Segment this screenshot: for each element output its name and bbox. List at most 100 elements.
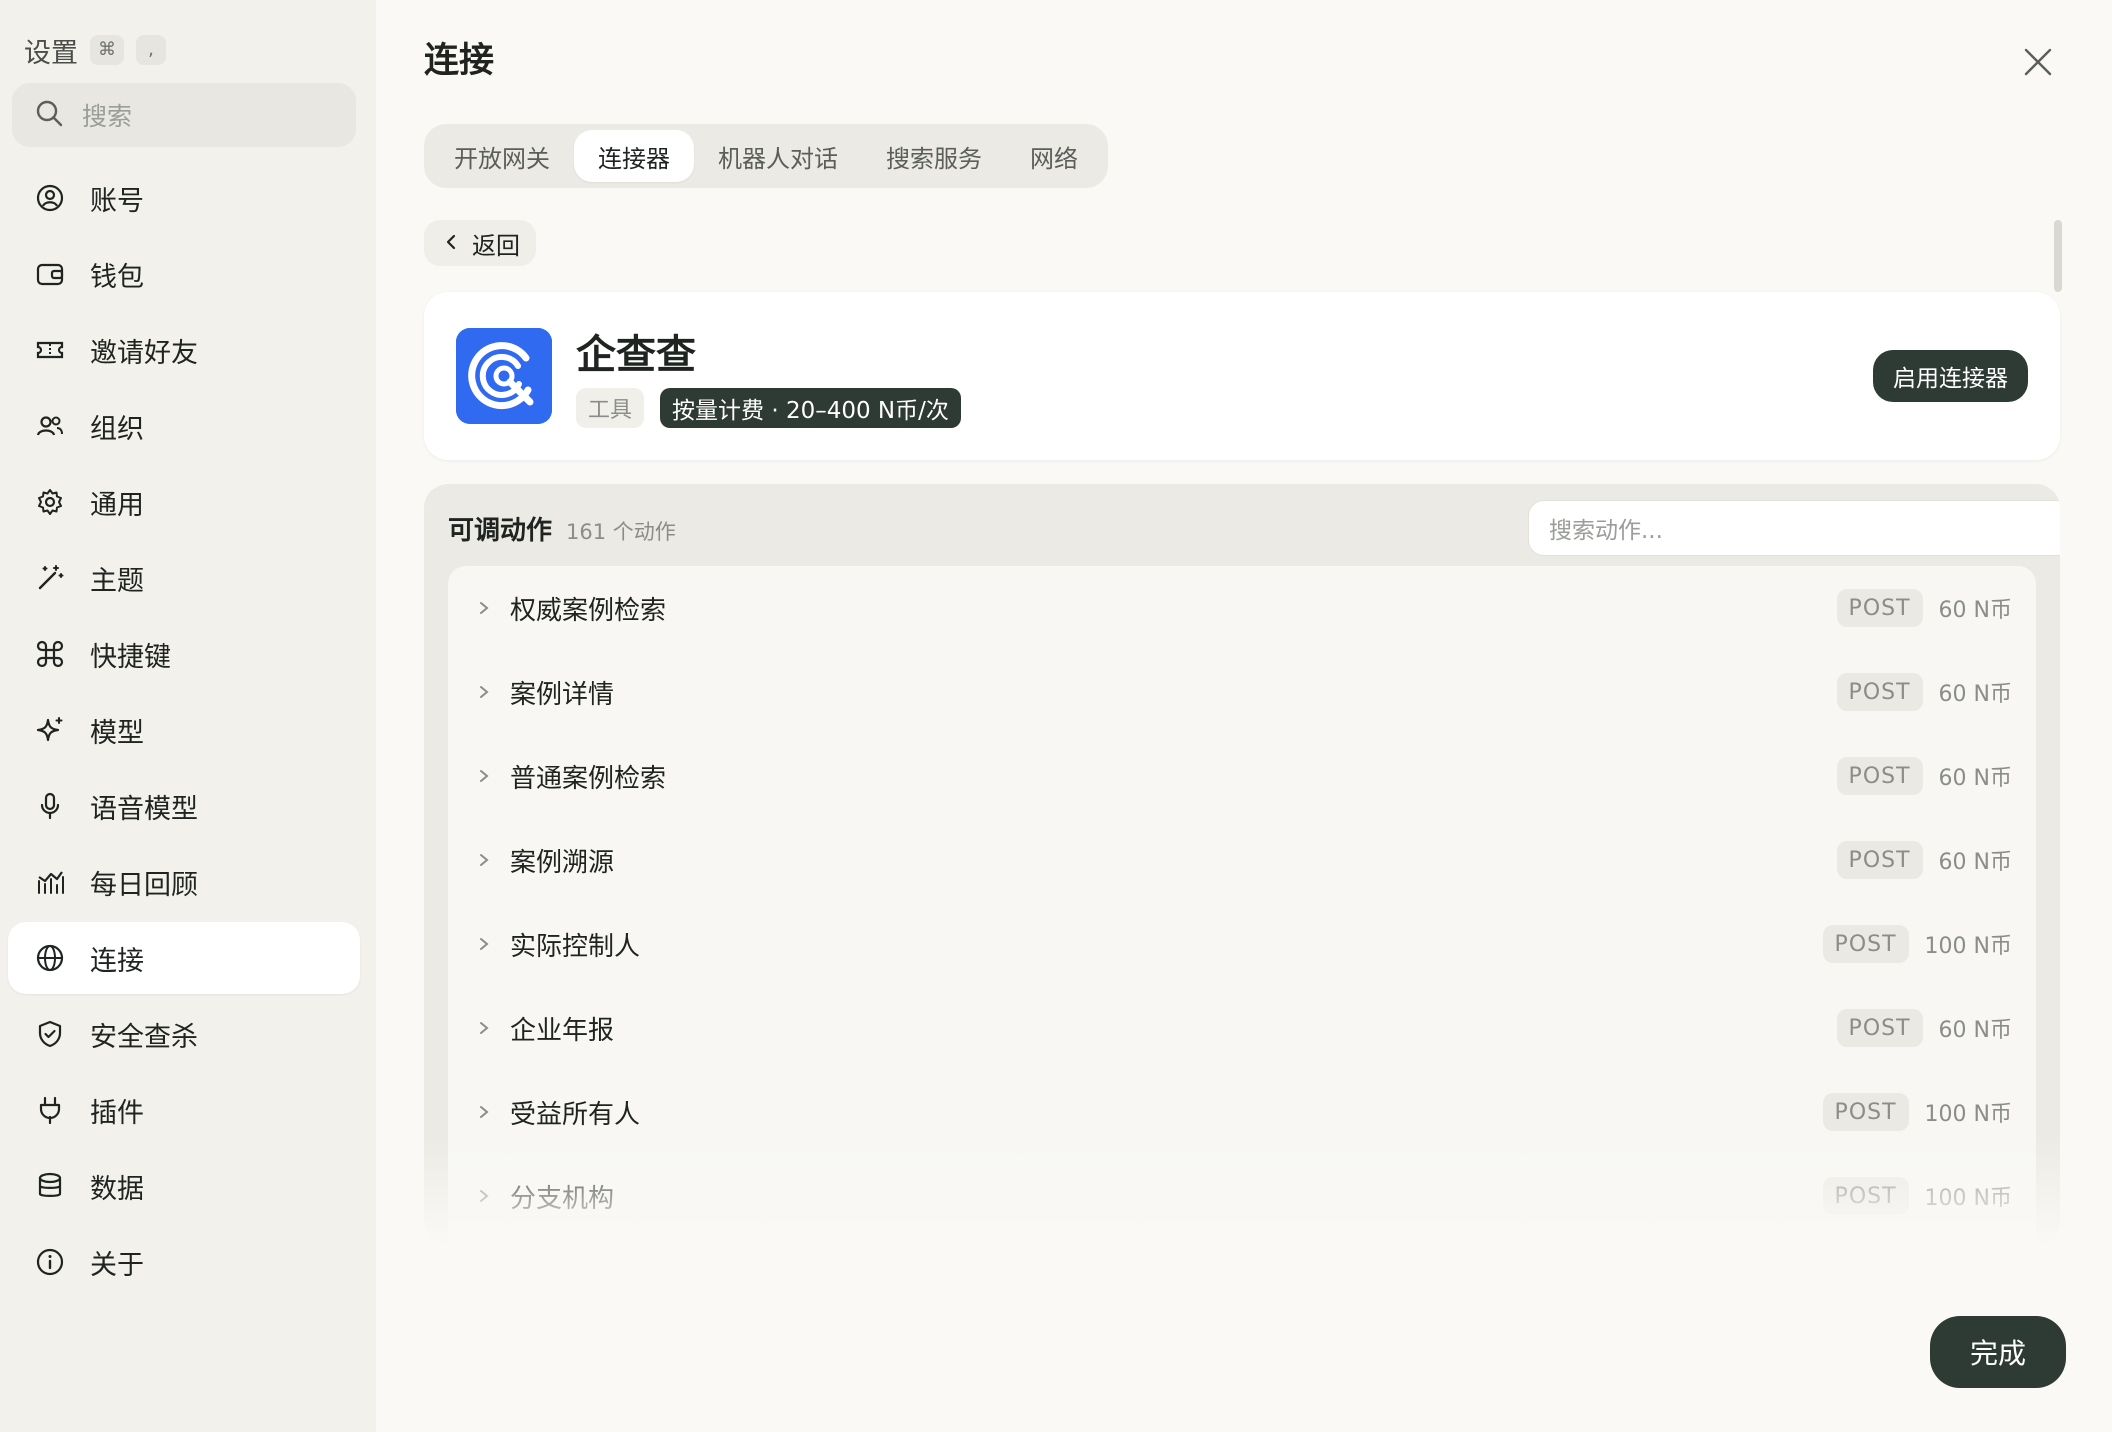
action-name: 案例详情 — [510, 679, 615, 710]
sidebar-item-label: 语音模型 — [90, 793, 198, 825]
tab-network[interactable]: 网络 — [1006, 130, 1102, 182]
page-title: 连接 — [424, 41, 495, 81]
back-button[interactable]: 返回 — [424, 220, 536, 266]
action-price: 60 N币 — [1938, 766, 2012, 791]
action-name: 普通案例检索 — [510, 763, 667, 794]
method-badge: POST — [1822, 925, 1909, 963]
user-circle-icon — [34, 182, 66, 214]
method-badge: POST — [1836, 757, 1923, 795]
method-badge: POST — [1836, 841, 1923, 879]
actions-header: 可调动作 161 个动作 — [448, 510, 676, 547]
sidebar-item-general[interactable]: 通用 — [8, 466, 360, 538]
sidebar-item-account[interactable]: 账号 — [8, 162, 360, 234]
tab-search-service[interactable]: 搜索服务 — [862, 130, 1006, 182]
shortcut-key-command: ⌘ — [90, 35, 124, 65]
plug-icon — [34, 1094, 66, 1126]
sidebar-item-daily-review[interactable]: 每日回顾 — [8, 846, 360, 918]
list-item[interactable]: 普通案例检索 POST 60 N币 — [448, 734, 2036, 818]
tab-connectors[interactable]: 连接器 — [574, 130, 694, 182]
sidebar-item-label: 组织 — [90, 413, 144, 445]
action-name: 分支机构 — [510, 1183, 615, 1214]
sidebar-item-label: 数据 — [90, 1173, 144, 1205]
method-badge: POST — [1836, 1009, 1923, 1047]
actions-search-input[interactable]: 搜索动作... — [1528, 500, 2060, 556]
sidebar-title: 设置 — [24, 37, 78, 69]
sidebar-item-models[interactable]: 模型 — [8, 694, 360, 766]
sidebar-item-data[interactable]: 数据 — [8, 1150, 360, 1222]
sidebar-item-label: 主题 — [90, 565, 144, 597]
action-meta: POST 60 N币 — [1836, 841, 2012, 879]
connector-header-card: 企查查 工具 按量计费 · 20–400 N币/次 启用连接器 — [424, 292, 2060, 460]
list-item[interactable]: 受益所有人 POST 100 N币 — [448, 1070, 2036, 1154]
sidebar-item-theme[interactable]: 主题 — [8, 542, 360, 614]
users-icon — [34, 410, 66, 442]
chevron-right-icon — [476, 596, 492, 620]
method-badge: POST — [1822, 1177, 1909, 1215]
action-meta: POST 60 N币 — [1836, 589, 2012, 627]
chevron-right-icon — [476, 764, 492, 788]
list-item[interactable]: 企业年报 POST 60 N币 — [448, 986, 2036, 1070]
close-icon — [2023, 47, 2053, 81]
sidebar-item-about[interactable]: 关于 — [8, 1226, 360, 1298]
scrollbar-thumb[interactable] — [2054, 220, 2062, 292]
chevron-left-icon — [444, 229, 458, 257]
connector-tags: 工具 按量计费 · 20–400 N币/次 — [576, 388, 961, 428]
info-icon — [34, 1246, 66, 1278]
method-badge: POST — [1836, 589, 1923, 627]
sidebar-item-invite[interactable]: 邀请好友 — [8, 314, 360, 386]
action-meta: POST 100 N币 — [1822, 1177, 2012, 1215]
shortcut-key-comma: , — [136, 35, 166, 65]
action-price: 100 N币 — [1924, 1102, 2012, 1127]
list-item[interactable]: 分支机构 POST 100 N币 — [448, 1154, 2036, 1238]
sidebar-item-security[interactable]: 安全查杀 — [8, 998, 360, 1070]
sidebar-item-shortcuts[interactable]: 快捷键 — [8, 618, 360, 690]
action-price: 100 N币 — [1924, 1186, 2012, 1211]
action-price: 60 N币 — [1938, 1018, 2012, 1043]
chevron-right-icon — [476, 1016, 492, 1040]
action-name: 实际控制人 — [510, 931, 641, 962]
chart-icon — [34, 866, 66, 898]
sidebar-item-plugins[interactable]: 插件 — [8, 1074, 360, 1146]
chevron-right-icon — [476, 932, 492, 956]
list-item[interactable]: 实际控制人 POST 100 N币 — [448, 902, 2036, 986]
sidebar-item-label: 邀请好友 — [90, 337, 198, 369]
method-badge: POST — [1836, 673, 1923, 711]
main-panel: 连接 开放网关 连接器 机器人对话 搜索服务 网络 返回 企查查 工具 按量计费… — [376, 0, 2112, 1432]
ticket-icon — [34, 334, 66, 366]
action-name: 受益所有人 — [510, 1099, 641, 1130]
done-button[interactable]: 完成 — [1930, 1316, 2066, 1388]
actions-title: 可调动作 — [448, 516, 553, 546]
actions-list: 权威案例检索 POST 60 N币 案例详情 POST 60 N币 普通案例检索… — [448, 566, 2036, 1244]
action-meta: POST 60 N币 — [1836, 757, 2012, 795]
tab-open-gateway[interactable]: 开放网关 — [430, 130, 574, 182]
gear-icon — [34, 486, 66, 518]
close-button[interactable] — [2020, 46, 2056, 82]
sidebar-nav: 账号 钱包 邀请好友 组织 通用 主题 快捷键 模型 语音模型 每日回顾 连接 … — [8, 162, 360, 1302]
action-price: 60 N币 — [1938, 598, 2012, 623]
action-meta: POST 60 N币 — [1836, 1009, 2012, 1047]
sidebar-item-label: 快捷键 — [90, 641, 171, 673]
connector-logo — [456, 328, 552, 424]
list-item[interactable]: 案例溯源 POST 60 N币 — [448, 818, 2036, 902]
sidebar-search-placeholder: 搜索 — [82, 102, 133, 131]
list-item[interactable]: 案例详情 POST 60 N币 — [448, 650, 2036, 734]
sidebar-item-voice-models[interactable]: 语音模型 — [8, 770, 360, 842]
sidebar: 设置 ⌘ , 搜索 账号 钱包 邀请好友 组织 通用 主题 快捷键 模型 语音模… — [0, 0, 376, 1432]
sidebar-item-label: 通用 — [90, 489, 144, 521]
action-name: 权威案例检索 — [510, 595, 667, 626]
sidebar-item-organization[interactable]: 组织 — [8, 390, 360, 462]
list-item[interactable]: 权威案例检索 POST 60 N币 — [448, 566, 2036, 650]
sidebar-item-wallet[interactable]: 钱包 — [8, 238, 360, 310]
chevron-right-icon — [476, 1184, 492, 1208]
action-name: 企业年报 — [510, 1015, 615, 1046]
sidebar-item-label: 插件 — [90, 1097, 144, 1129]
enable-connector-button[interactable]: 启用连接器 — [1873, 350, 2028, 402]
sparkle-icon — [34, 714, 66, 746]
sidebar-item-connections[interactable]: 连接 — [8, 922, 360, 994]
method-badge: POST — [1822, 1093, 1909, 1131]
command-icon — [34, 638, 66, 670]
action-price: 60 N币 — [1938, 682, 2012, 707]
sidebar-item-label: 安全查杀 — [90, 1021, 198, 1053]
tab-bot-chat[interactable]: 机器人对话 — [694, 130, 862, 182]
sidebar-search-input[interactable]: 搜索 — [12, 83, 356, 147]
